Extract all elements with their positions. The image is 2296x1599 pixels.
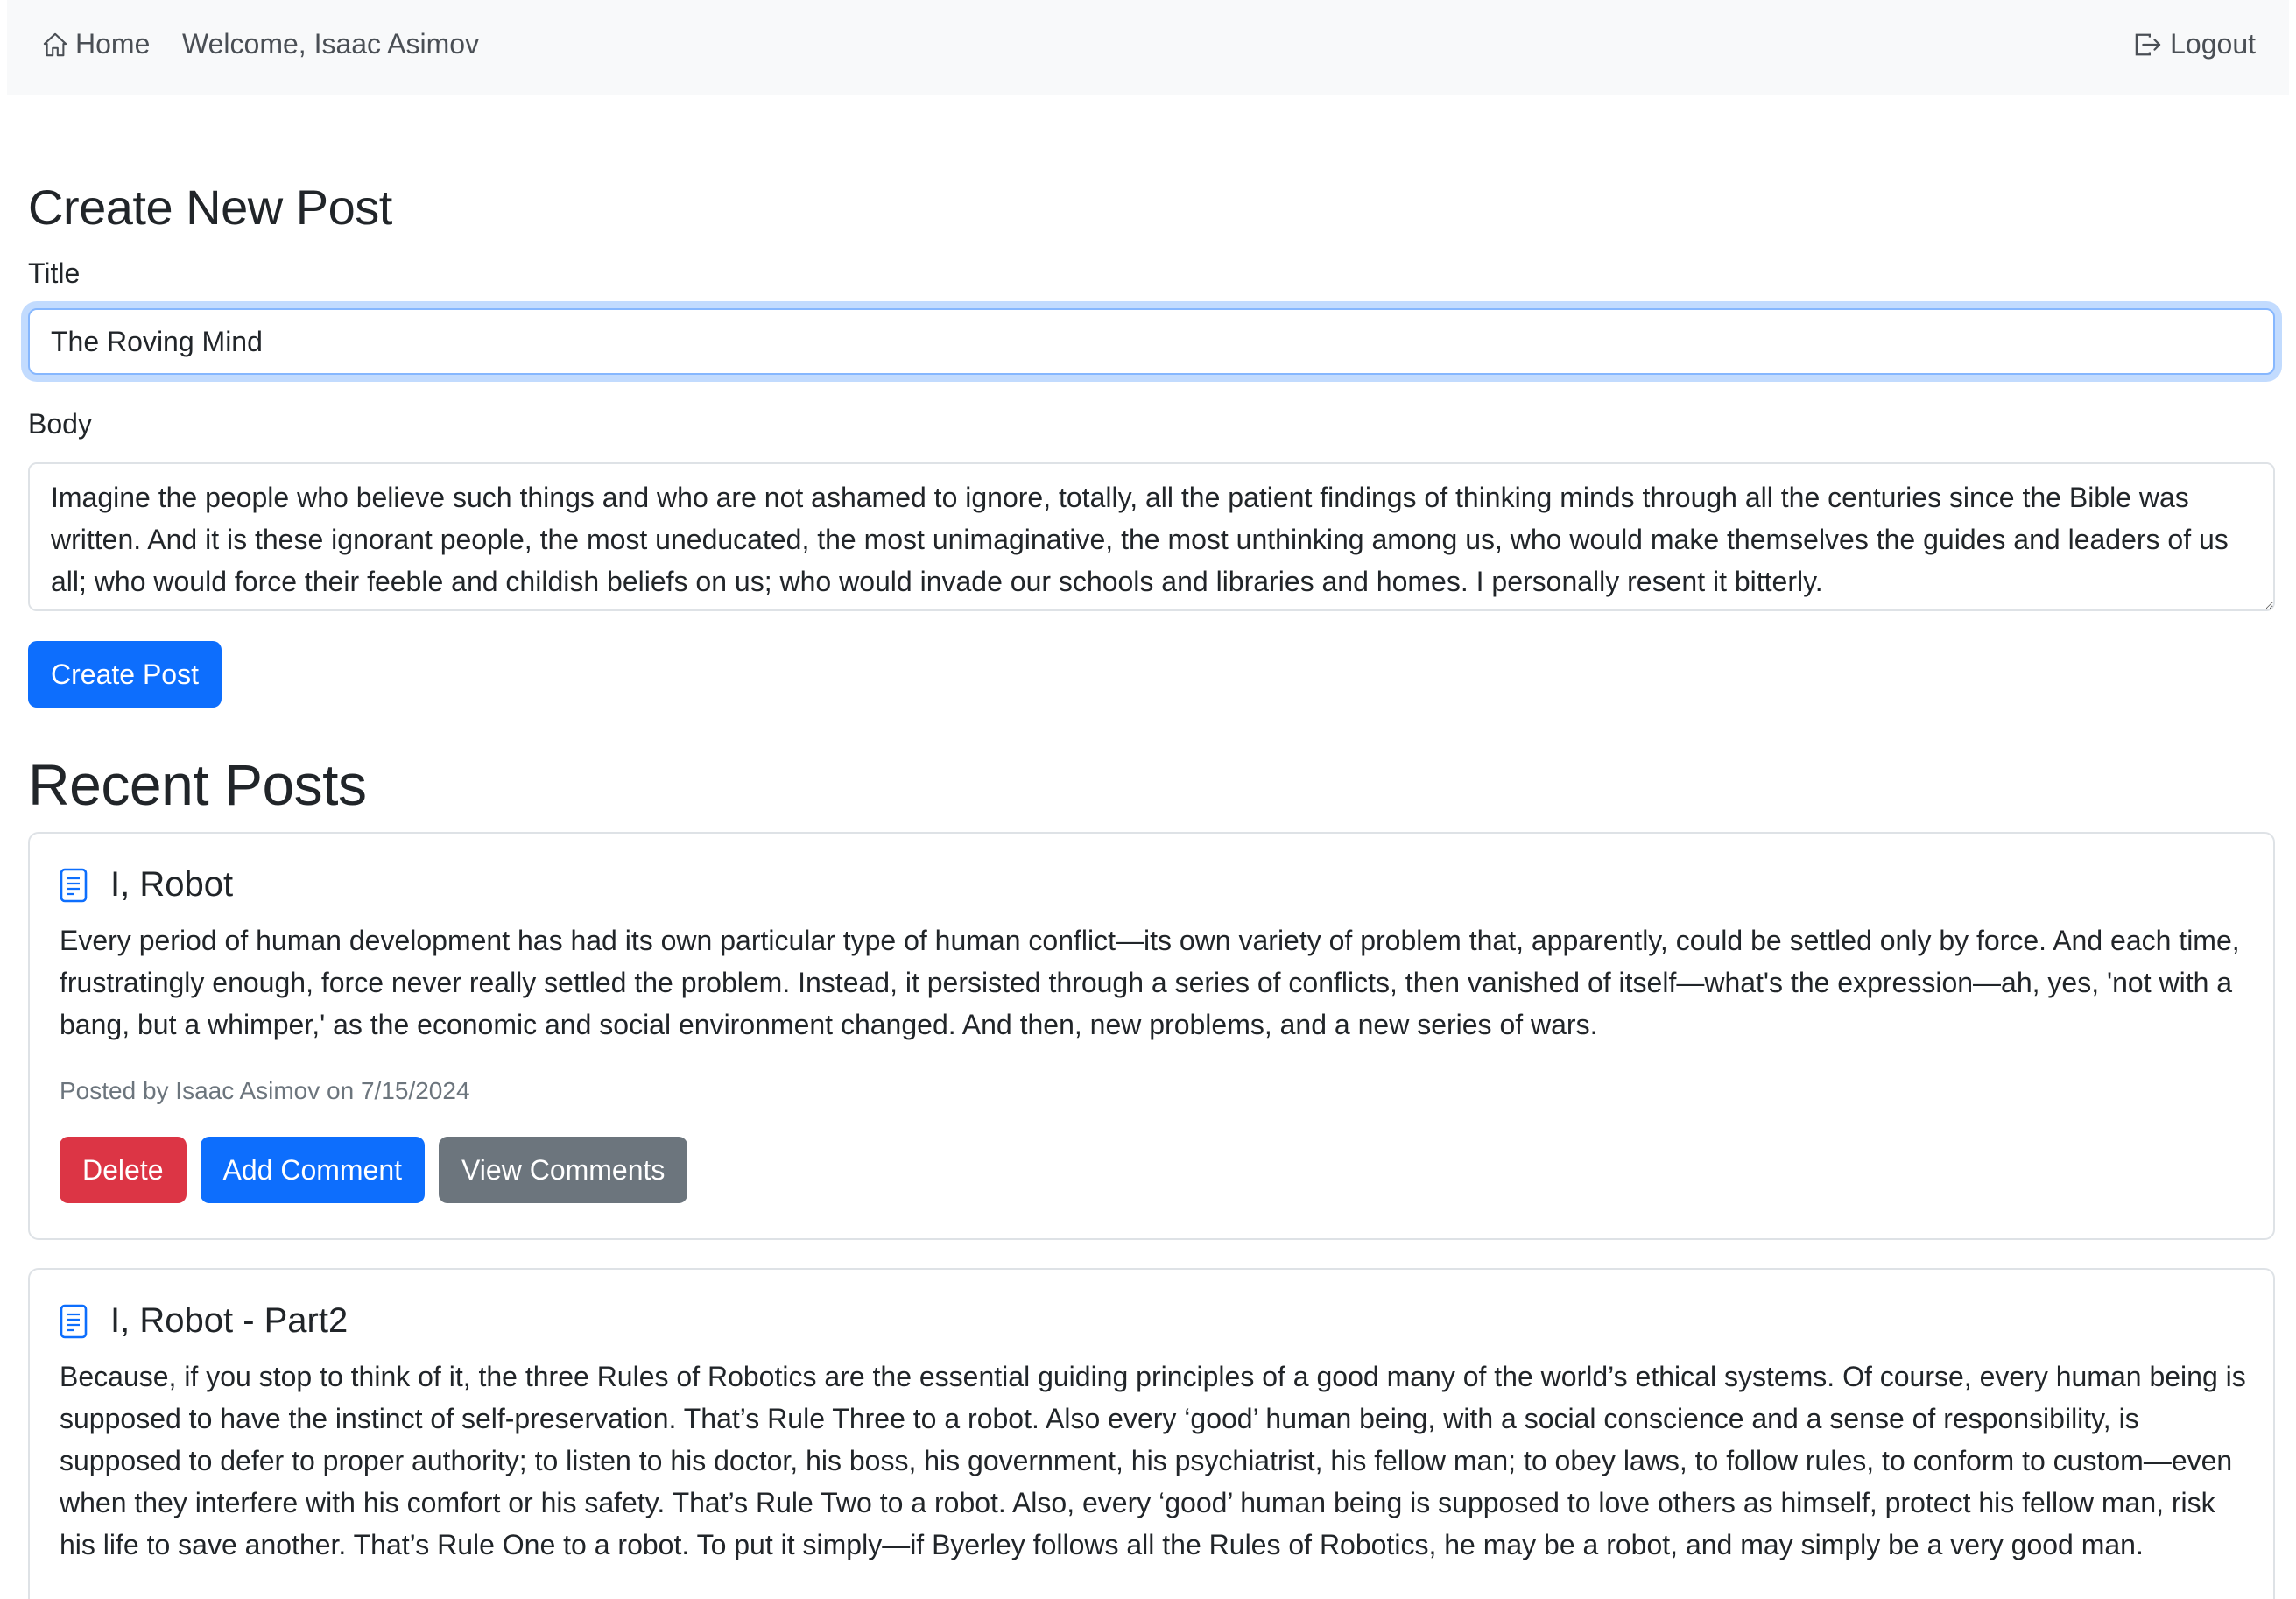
post-header: I, Robot - Part2 bbox=[60, 1301, 348, 1341]
create-post-button[interactable]: Create Post bbox=[28, 641, 222, 708]
logout-link[interactable]: Logout bbox=[2133, 28, 2256, 60]
navbar: Home Welcome, Isaac Asimov Logout bbox=[7, 0, 2289, 95]
recent-posts-heading: Recent Posts bbox=[28, 752, 367, 817]
post-card: I, Robot Every period of human developme… bbox=[28, 832, 2275, 1240]
post-meta: Posted by Isaac Asimov on 7/15/2024 bbox=[60, 1077, 470, 1104]
logout-label: Logout bbox=[2170, 28, 2256, 60]
post-body: Because, if you stop to think of it, the… bbox=[60, 1361, 2246, 1560]
post-card: I, Robot - Part2 Because, if you stop to… bbox=[28, 1268, 2275, 1599]
body-label: Body bbox=[28, 408, 92, 440]
logout-icon bbox=[2135, 33, 2161, 55]
add-comment-button[interactable]: Add Comment bbox=[200, 1137, 426, 1203]
document-icon bbox=[60, 868, 88, 902]
post-title: I, Robot - Part2 bbox=[110, 1301, 349, 1340]
create-post-heading: Create New Post bbox=[28, 180, 392, 235]
body-textarea[interactable]: Imagine the people who believe such thin… bbox=[28, 462, 2275, 611]
view-comments-button[interactable]: View Comments bbox=[439, 1137, 688, 1203]
post-title: I, Robot bbox=[110, 865, 234, 904]
house-icon bbox=[43, 32, 67, 56]
post-actions: Delete Add Comment View Comments bbox=[60, 1137, 688, 1203]
post-body: Every period of human development has ha… bbox=[60, 925, 2240, 1040]
title-input[interactable] bbox=[28, 308, 2275, 375]
home-link[interactable]: Home bbox=[42, 28, 150, 60]
document-icon bbox=[60, 1304, 88, 1338]
title-label: Title bbox=[28, 257, 81, 289]
page: Home Welcome, Isaac Asimov Logout Create… bbox=[0, 0, 2296, 1599]
home-label: Home bbox=[75, 28, 151, 60]
welcome-text: Welcome, Isaac Asimov bbox=[182, 28, 480, 60]
post-header: I, Robot bbox=[60, 865, 233, 905]
delete-button[interactable]: Delete bbox=[60, 1137, 187, 1203]
